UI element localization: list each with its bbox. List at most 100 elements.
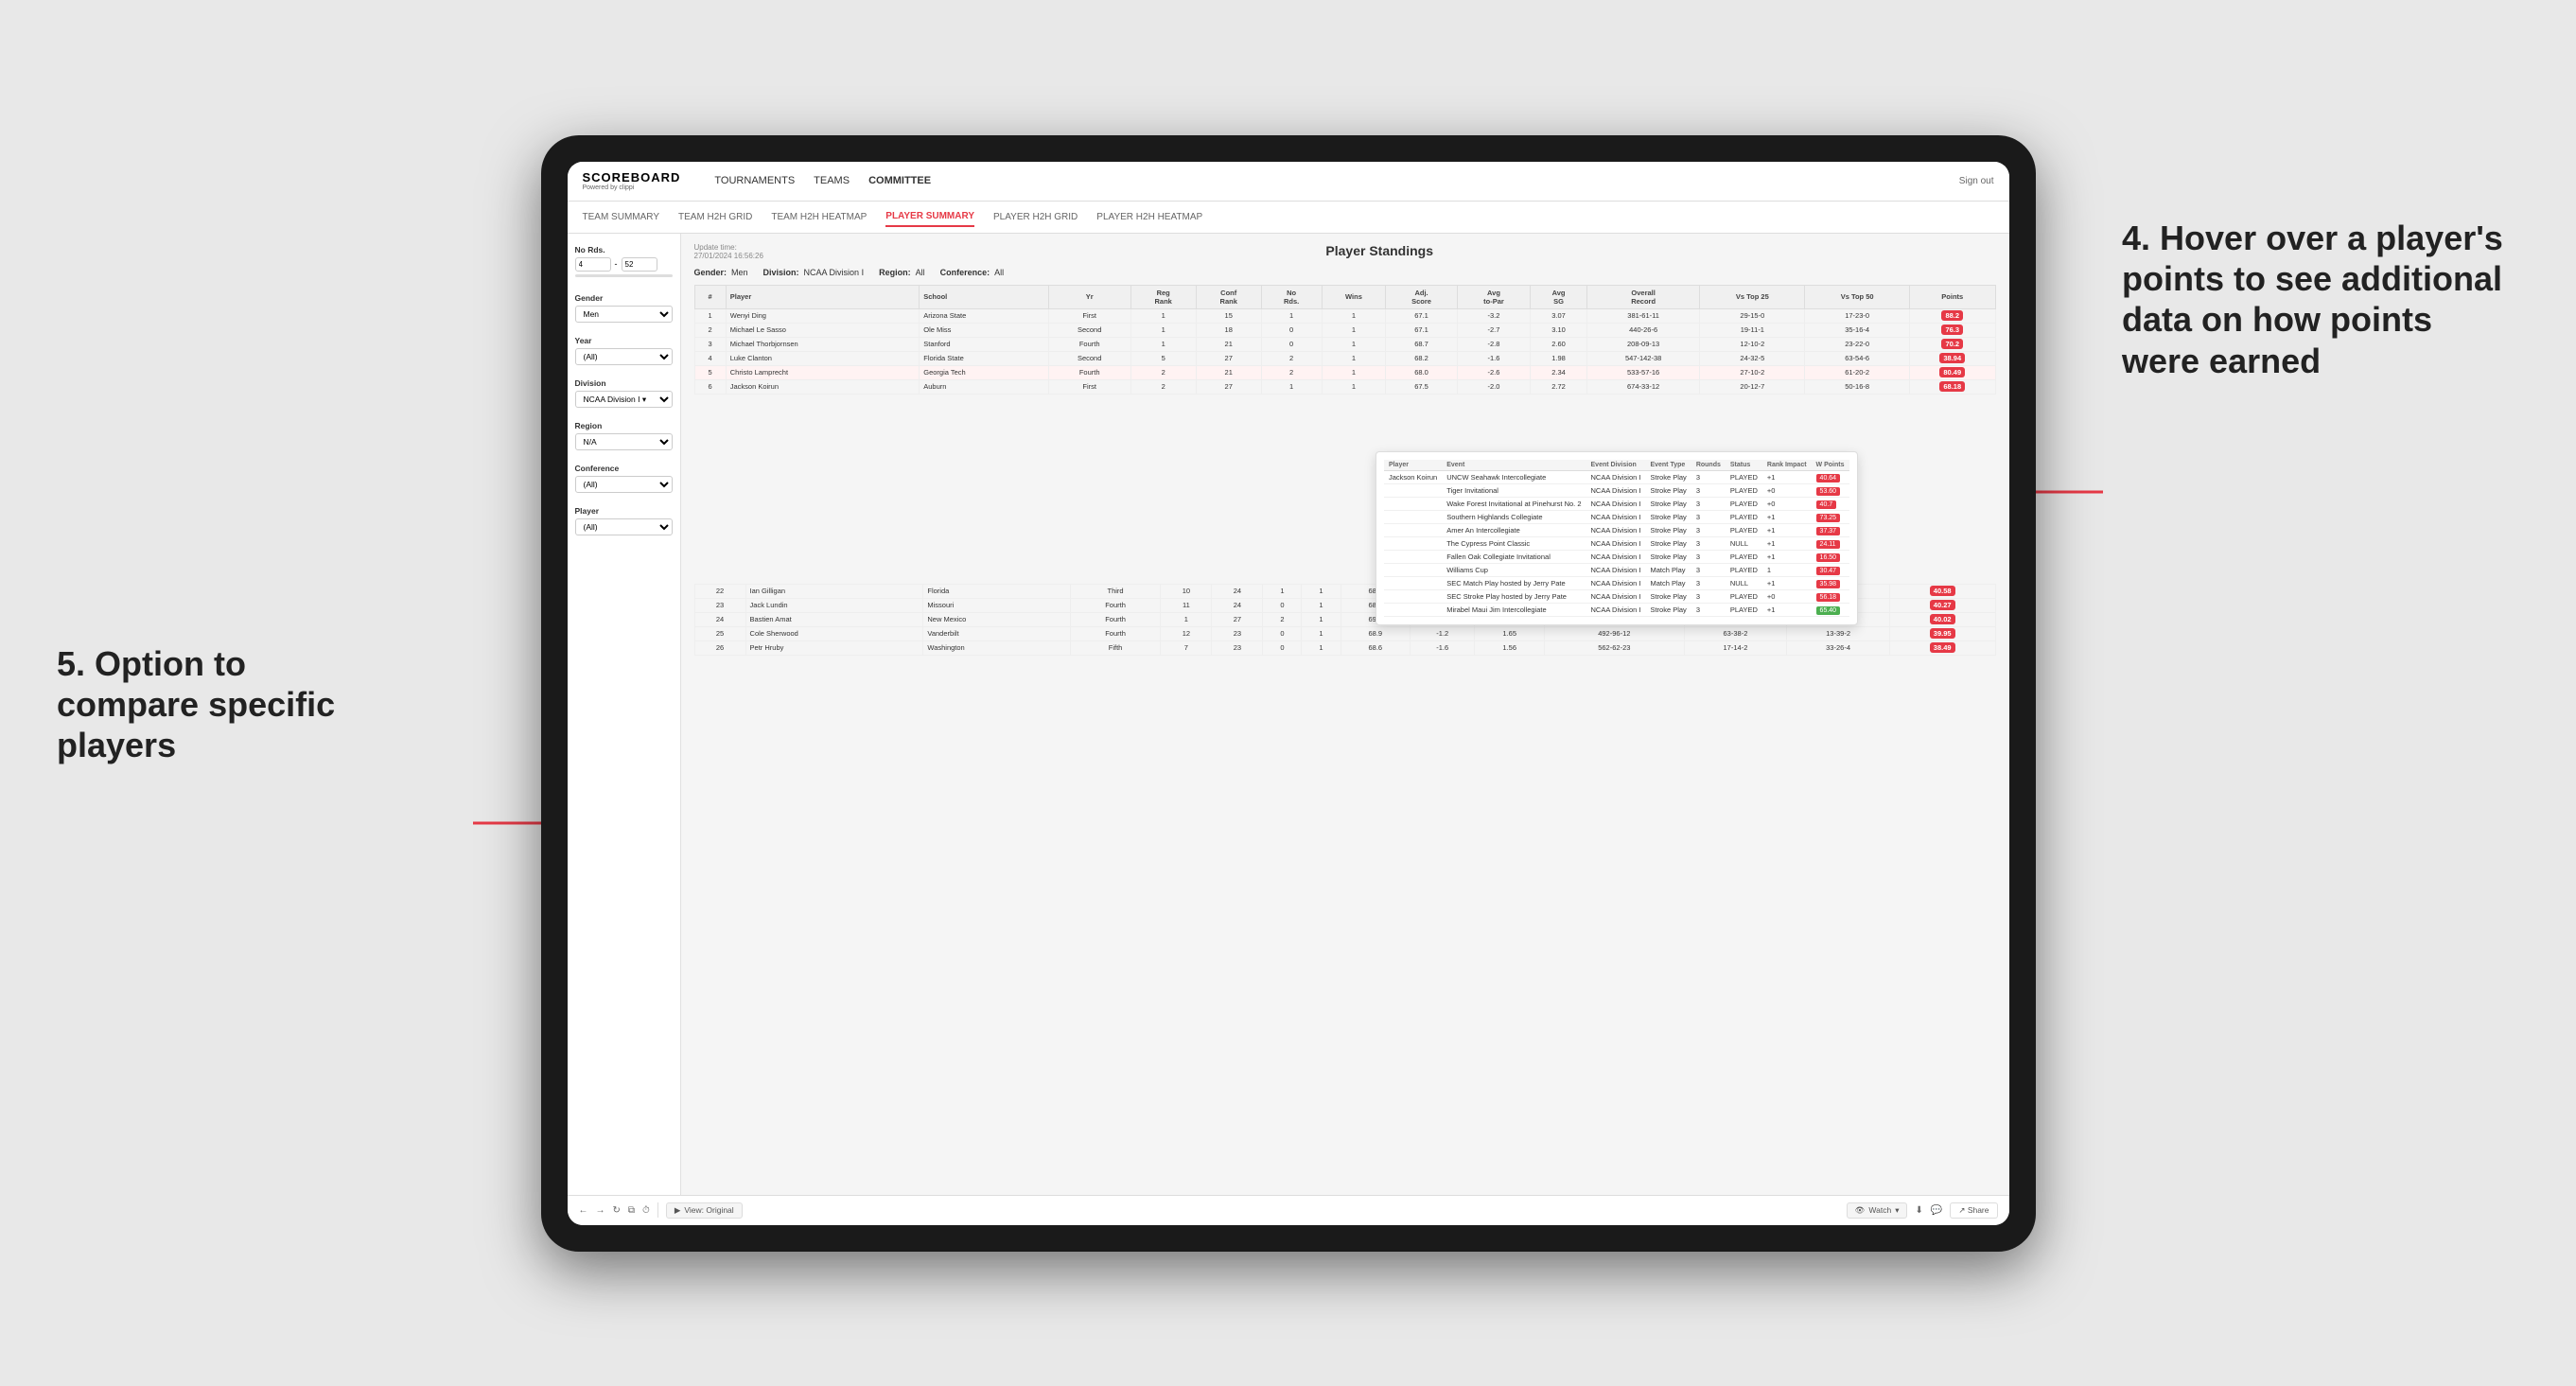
tooltip-popup: Player Event Event Division Event Type R… (1376, 451, 1858, 625)
table-row: 2 Michael Le Sasso Ole Miss Second 1 18 … (694, 323, 1995, 337)
logo-area: SCOREBOARD Powered by clippi (583, 170, 681, 191)
tooltip-row: Fallen Oak Collegiate Invitational NCAA … (1384, 550, 1849, 563)
toolbar-download[interactable]: ⬇ (1915, 1205, 1922, 1216)
year-label: Year (575, 336, 673, 345)
tablet-frame: SCOREBOARD Powered by clippi TOURNAMENTS… (541, 135, 2036, 1252)
points-badge[interactable]: 40.02 (1930, 614, 1955, 624)
sidebar-region: Region N/A (575, 421, 673, 450)
filter-gender: Gender: Men (694, 268, 748, 277)
tt-col-rank: Rank Impact (1762, 460, 1812, 471)
sign-out[interactable]: Sign out (1959, 176, 1994, 186)
col-points: Points (1910, 285, 1995, 308)
nav-right: Sign out (1959, 176, 1994, 186)
toolbar-back[interactable]: ← (579, 1205, 588, 1216)
year-select[interactable]: (All) (575, 348, 673, 365)
update-time-label: Update time: 27/01/2024 16:56:26 (694, 243, 763, 260)
table-row-highlighted: 5 Christo Lamprecht Georgia Tech Fourth … (694, 365, 1995, 379)
toolbar-bottom: ← → ↻ ⧉ ⏱ ▶ View: Original 👁 Watch ▾ ⬇ 💬 (568, 1195, 2009, 1225)
col-player: Player (726, 285, 920, 308)
subnav-player-h2h-grid[interactable]: PLAYER H2H GRID (993, 208, 1078, 226)
toolbar-clock[interactable]: ⏱ (642, 1205, 650, 1216)
filter-conference: Conference: All (940, 268, 1005, 277)
sidebar-division: Division NCAA Division I ▾ (575, 378, 673, 408)
no-rds-min-input[interactable] (575, 257, 611, 272)
toolbar-copy[interactable]: ⧉ (628, 1205, 635, 1216)
points-badge[interactable]: 76.3 (1941, 325, 1963, 335)
col-num: # (694, 285, 726, 308)
col-conf-rank: ConfRank (1196, 285, 1261, 308)
nav-bar: SCOREBOARD Powered by clippi TOURNAMENTS… (568, 162, 2009, 202)
subnav-team-h2h-grid[interactable]: TEAM H2H GRID (678, 208, 752, 226)
subnav-player-summary[interactable]: PLAYER SUMMARY (885, 207, 974, 227)
player-select[interactable]: (All) (575, 518, 673, 535)
nav-committee[interactable]: COMMITTEE (868, 171, 931, 190)
annotation-right: 4. Hover over a player's points to see a… (2122, 218, 2519, 381)
tooltip-table: Player Event Event Division Event Type R… (1384, 460, 1849, 617)
table-header-section: Update time: 27/01/2024 16:56:26 Player … (694, 243, 1996, 260)
tooltip-row: Williams Cup NCAA Division I Match Play … (1384, 563, 1849, 576)
update-time-area: Update time: 27/01/2024 16:56:26 (694, 243, 763, 260)
subnav-team-summary[interactable]: TEAM SUMMARY (583, 208, 660, 226)
sidebar-conference: Conference (All) (575, 464, 673, 493)
subnav-team-h2h-heatmap[interactable]: TEAM H2H HEATMAP (771, 208, 867, 226)
nav-teams[interactable]: TEAMS (814, 171, 850, 190)
sidebar: No Rds. - Gender Men (568, 234, 681, 1195)
conference-select[interactable]: (All) (575, 476, 673, 493)
filter-division: Division: NCAA Division I (763, 268, 865, 277)
division-select[interactable]: NCAA Division I ▾ (575, 391, 673, 408)
sidebar-gender: Gender Men (575, 293, 673, 323)
tooltip-row: SEC Stroke Play hosted by Jerry Pate NCA… (1384, 589, 1849, 603)
tooltip-row: The Cypress Point Classic NCAA Division … (1384, 536, 1849, 550)
nav-tournaments[interactable]: TOURNAMENTS (714, 171, 795, 190)
no-rds-max-input[interactable] (622, 257, 657, 272)
player-label: Player (575, 506, 673, 516)
col-no-rds: NoRds. (1261, 285, 1322, 308)
no-rds-slider[interactable] (575, 274, 673, 277)
toolbar-divider (657, 1202, 658, 1218)
points-badge[interactable]: 39.95 (1930, 628, 1955, 639)
sidebar-year: Year (All) (575, 336, 673, 365)
tooltip-row: Wake Forest Invitational at Pinehurst No… (1384, 497, 1849, 510)
gender-select[interactable]: Men (575, 306, 673, 323)
filter-region: Region: All (879, 268, 925, 277)
points-badge[interactable]: 88.2 (1941, 310, 1963, 321)
col-vs25: Vs Top 25 (1700, 285, 1805, 308)
points-badge[interactable]: 70.2 (1941, 339, 1963, 349)
col-adj-score: Adj.Score (1386, 285, 1457, 308)
table-area: Update time: 27/01/2024 16:56:26 Player … (681, 234, 2009, 1195)
watch-button[interactable]: 👁 Watch ▾ (1847, 1202, 1908, 1219)
toolbar-refresh[interactable]: ↻ (613, 1205, 621, 1216)
table-row: 26 Petr Hruby Washington Fifth 7 23 0 1 … (694, 640, 1995, 655)
region-select[interactable]: N/A (575, 433, 673, 450)
points-badge[interactable]: 68.18 (1939, 381, 1965, 392)
logo-title: SCOREBOARD (583, 170, 681, 184)
tt-col-player: Player (1384, 460, 1442, 471)
logo-sub: Powered by clippi (583, 184, 681, 191)
gender-label: Gender (575, 293, 673, 303)
share-button[interactable]: ↗ Share (1950, 1202, 1997, 1219)
col-yr: Yr (1048, 285, 1130, 308)
tablet-screen: SCOREBOARD Powered by clippi TOURNAMENTS… (568, 162, 2009, 1225)
view-original-button[interactable]: ▶ View: Original (666, 1202, 743, 1219)
toolbar-comment[interactable]: 💬 (1931, 1205, 1942, 1216)
col-reg-rank: RegRank (1130, 285, 1196, 308)
tooltip-row: Jackson Koirun UNCW Seahawk Intercollegi… (1384, 470, 1849, 483)
subnav-player-h2h-heatmap[interactable]: PLAYER H2H HEATMAP (1096, 208, 1202, 226)
points-badge[interactable]: 38.49 (1930, 642, 1955, 653)
tt-col-rounds: Rounds (1691, 460, 1726, 471)
table-row: 25 Cole Sherwood Vanderbilt Fourth 12 23… (694, 626, 1995, 640)
nav-items: TOURNAMENTS TEAMS COMMITTEE (714, 171, 1936, 190)
tt-col-event: Event (1442, 460, 1586, 471)
points-badge[interactable]: 40.27 (1930, 600, 1955, 610)
tt-col-points: W Points (1812, 460, 1849, 471)
tooltip-row: Southern Highlands Collegiate NCAA Divis… (1384, 510, 1849, 523)
data-table: # Player School Yr RegRank ConfRank NoRd… (694, 285, 1996, 395)
toolbar-forward[interactable]: → (596, 1205, 605, 1216)
sidebar-no-rds: No Rds. - (575, 245, 673, 280)
points-badge[interactable]: 38.94 (1939, 353, 1965, 363)
col-avg-sg: AvgSG (1531, 285, 1587, 308)
points-badge-highlighted[interactable]: 80.49 (1939, 367, 1965, 377)
points-badge[interactable]: 40.58 (1930, 586, 1955, 596)
col-avg-par: Avgto-Par (1457, 285, 1530, 308)
table-row: 1 Wenyi Ding Arizona State First 1 15 1 … (694, 308, 1995, 323)
